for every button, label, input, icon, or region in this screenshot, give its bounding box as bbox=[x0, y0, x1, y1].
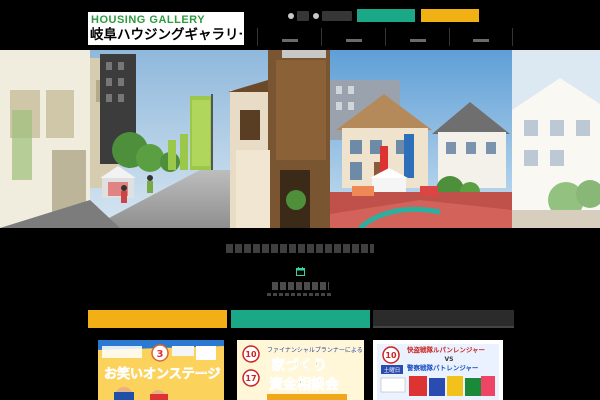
utility-link-1[interactable] bbox=[288, 11, 310, 21]
nav-item-label bbox=[258, 29, 321, 37]
cta-button-secondary[interactable] bbox=[421, 9, 479, 22]
date-circle-day-2: 17 bbox=[245, 374, 256, 383]
date-circle-day: 3 bbox=[157, 349, 164, 360]
notice-text bbox=[226, 244, 374, 254]
chevron-right-icon bbox=[288, 13, 294, 19]
nav-item-label bbox=[450, 29, 512, 37]
tab-news[interactable] bbox=[373, 310, 514, 328]
event-flyer: 10 17 ファイナンシャルプランナーによる 家づくり 資金相談会 bbox=[237, 340, 364, 400]
event-date bbox=[272, 282, 329, 292]
tab-events[interactable] bbox=[88, 310, 227, 328]
event-card-finance[interactable]: 10 17 ファイナンシャルプランナーによる 家づくり 資金相談会 bbox=[237, 340, 364, 400]
utility-link-label bbox=[297, 11, 309, 21]
utility-link-2[interactable] bbox=[313, 11, 353, 21]
event-card-heroes[interactable]: 10 土曜日 快盗戦隊ルパンレンジャー VS 警察戦隊パトレンジャー bbox=[373, 340, 503, 400]
nav-item-label bbox=[322, 29, 385, 37]
event-headline-3: 警察戦隊パトレンジャー bbox=[407, 363, 478, 372]
event-card-comedy[interactable]: 3 お笑いオンステージ bbox=[98, 340, 224, 400]
event-tag: 土曜日 bbox=[384, 366, 401, 374]
event-top-line: ファイナンシャルプランナーによる bbox=[267, 347, 363, 354]
cta-button-primary[interactable] bbox=[357, 9, 415, 22]
nav-item-label bbox=[386, 29, 449, 37]
event-flyer: 3 お笑いオンステージ bbox=[98, 340, 224, 400]
nav-item-sub bbox=[281, 39, 298, 42]
nav-item-1[interactable] bbox=[257, 28, 321, 46]
calendar-icon bbox=[296, 267, 305, 276]
hero-photo bbox=[0, 50, 600, 228]
tab-campaigns[interactable] bbox=[231, 310, 370, 328]
event-headline-2: 資金相談会 bbox=[269, 376, 340, 393]
event-headline-2: VS bbox=[445, 356, 454, 363]
nav-item-4[interactable] bbox=[449, 28, 513, 46]
chevron-right-icon bbox=[313, 13, 319, 19]
hero-slideshow[interactable] bbox=[0, 50, 600, 228]
site-header: HOUSING GALLERY 岐阜ハウジングギャラリー bbox=[0, 0, 600, 50]
utility-link-label bbox=[322, 11, 352, 21]
event-date-sub bbox=[267, 293, 333, 296]
logo-brand-ja: 岐阜ハウジングギャラリー bbox=[90, 27, 242, 43]
nav-item-sub bbox=[345, 39, 362, 42]
nav-item-sub bbox=[473, 39, 489, 42]
nav-item-sub bbox=[409, 39, 426, 42]
event-headline-1: 家づくり bbox=[271, 357, 327, 374]
event-flyer: 10 土曜日 快盗戦隊ルパンレンジャー VS 警察戦隊パトレンジャー bbox=[373, 340, 503, 400]
date-circle-day: 10 bbox=[245, 350, 257, 359]
logo-brand-en: HOUSING GALLERY bbox=[91, 14, 206, 26]
event-headline-1: 快盗戦隊ルパンレンジャー bbox=[407, 345, 485, 354]
site-logo[interactable]: HOUSING GALLERY 岐阜ハウジングギャラリー bbox=[88, 12, 244, 45]
date-circle-day: 10 bbox=[385, 351, 397, 360]
event-headline: お笑いオンステージ bbox=[104, 366, 220, 382]
nav-item-3[interactable] bbox=[385, 28, 449, 46]
nav-item-2[interactable] bbox=[321, 28, 385, 46]
